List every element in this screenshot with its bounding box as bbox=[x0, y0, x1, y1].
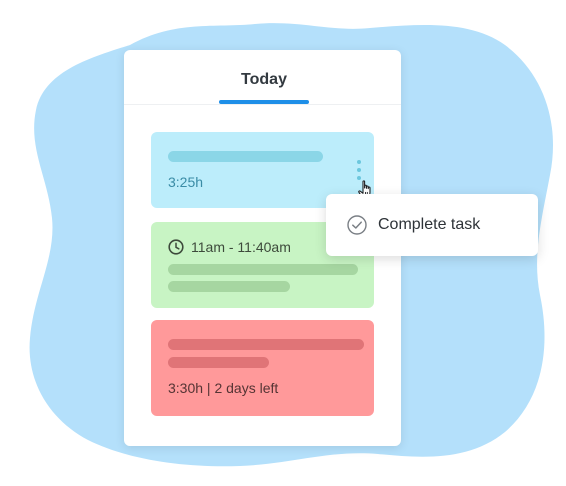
task-title-placeholder bbox=[168, 264, 358, 275]
check-circle-icon bbox=[347, 215, 367, 235]
complete-task-menu-item[interactable]: Complete task bbox=[326, 194, 538, 256]
tab-today[interactable]: Today bbox=[219, 50, 309, 104]
task-title-placeholder bbox=[168, 339, 364, 350]
illustration-stage: Today 3:25h 11am - 11:40am 3:30h | 2 day… bbox=[0, 0, 566, 486]
tab-today-label: Today bbox=[241, 71, 287, 88]
task-duration: 3:25h bbox=[168, 174, 204, 190]
complete-task-label: Complete task bbox=[378, 216, 481, 233]
tab-active-indicator bbox=[219, 100, 309, 104]
task-subtitle-placeholder bbox=[168, 281, 290, 292]
clock-icon bbox=[168, 239, 184, 255]
tab-bar: Today bbox=[124, 50, 401, 105]
task-title-placeholder bbox=[168, 151, 323, 162]
task-card-red[interactable]: 3:30h | 2 days left bbox=[151, 320, 374, 416]
task-subtitle-placeholder bbox=[168, 357, 269, 368]
more-options-icon[interactable] bbox=[356, 160, 362, 182]
task-time-range: 11am - 11:40am bbox=[191, 239, 291, 255]
task-duration-deadline: 3:30h | 2 days left bbox=[168, 380, 279, 396]
